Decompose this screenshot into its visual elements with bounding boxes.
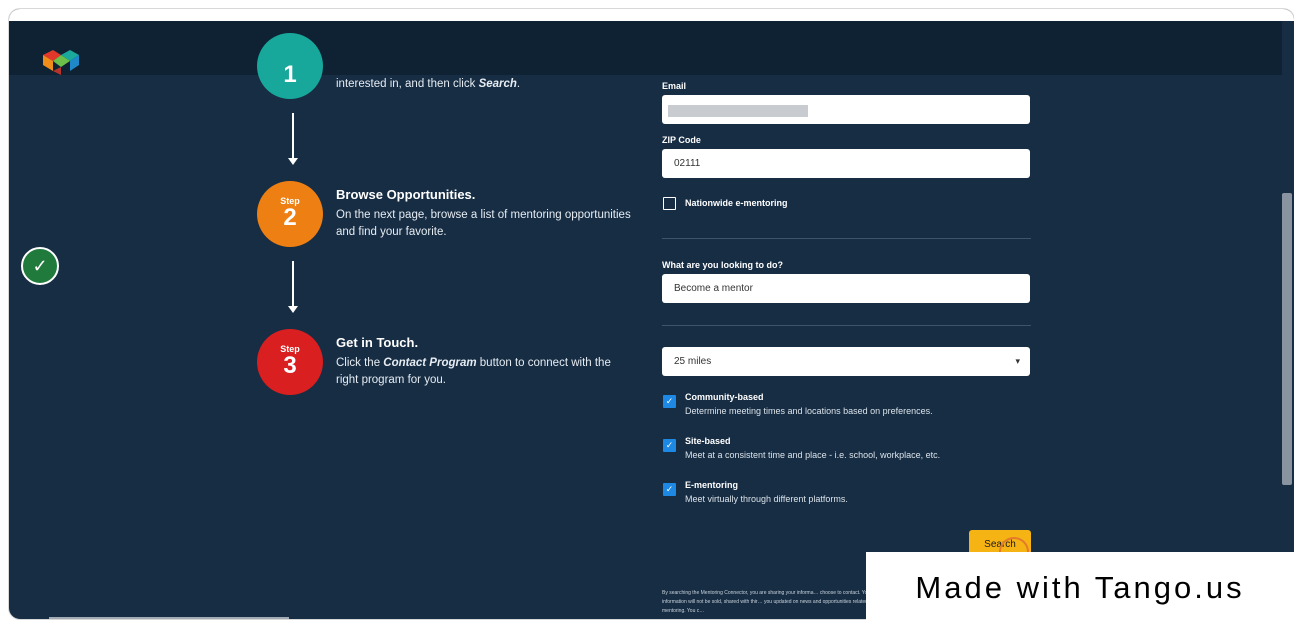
looking-field[interactable]: Become a mentor <box>662 274 1030 303</box>
disclaimer-text: By searching the Mentoring Connector, yo… <box>662 590 874 614</box>
window-top-edge <box>9 9 1294 21</box>
step-3-title: Get in Touch. <box>336 335 419 350</box>
step-2-number: 2 <box>283 204 297 231</box>
community-based-checkbox[interactable]: ✓ <box>663 395 676 408</box>
email-label: Email <box>662 81 687 91</box>
step-1-desc-text: interested in, and then click <box>336 78 479 90</box>
site-based-title: Site-based <box>685 436 731 446</box>
step-2-badge: Step 2 <box>257 181 323 247</box>
form-divider <box>662 238 1031 239</box>
step-1-badge: 1 <box>257 33 323 99</box>
scrollbar-thumb[interactable] <box>1282 193 1292 485</box>
community-based-desc: Determine meeting times and locations ba… <box>685 406 933 416</box>
zip-field[interactable]: 02111 <box>662 149 1030 178</box>
e-mentoring-title: E-mentoring <box>685 480 738 490</box>
step-3-desc-emphasis: Contact Program <box>383 357 477 369</box>
e-mentoring-desc: Meet virtually through different platfor… <box>685 494 848 504</box>
nationwide-checkbox[interactable] <box>663 197 676 210</box>
step-2-description: On the next page, browse a list of mento… <box>336 209 631 238</box>
distance-value: 25 miles <box>674 356 712 367</box>
chevron-down-icon: ▾ <box>1015 356 1020 366</box>
zip-label: ZIP Code <box>662 135 701 145</box>
step-1-number: 1 <box>283 61 297 88</box>
email-redacted-value <box>668 105 808 117</box>
arrow-down-icon <box>288 261 298 313</box>
e-mentoring-checkbox[interactable]: ✓ <box>663 483 676 496</box>
step-1-desc-end: . <box>516 78 521 90</box>
nationwide-label: Nationwide e-mentoring <box>685 198 788 208</box>
page-scrollbar[interactable] <box>1282 21 1294 619</box>
distance-select[interactable]: 25 miles ▾ <box>662 347 1030 376</box>
step-1-description: interested in, and then click Search. <box>336 76 636 93</box>
looking-label: What are you looking to do? <box>662 260 783 270</box>
community-based-title: Community-based <box>685 392 764 402</box>
arrow-down-icon <box>288 113 298 165</box>
step-3-desc-text: Click the <box>336 357 384 369</box>
bottom-edge-bar <box>49 617 289 619</box>
step-3-number: 3 <box>283 352 297 379</box>
site-based-desc: Meet at a consistent time and place - i.… <box>685 450 941 460</box>
completed-check-icon: ✓ <box>21 247 59 285</box>
site-logo-icon[interactable] <box>41 47 81 75</box>
site-based-checkbox[interactable]: ✓ <box>663 439 676 452</box>
step-3-description: Click the Contact Program button to conn… <box>336 355 636 389</box>
step-3-badge: Step 3 <box>257 329 323 395</box>
site-header <box>9 21 1294 75</box>
email-field[interactable] <box>662 95 1030 124</box>
tango-watermark: Made with Tango.us <box>866 552 1294 623</box>
step-2-title: Browse Opportunities. <box>336 187 476 202</box>
step-1-desc-emphasis: Search <box>478 78 517 90</box>
browser-frame: ✓ 1 interested in, and then click Search… <box>8 8 1294 620</box>
form-divider <box>662 325 1031 326</box>
